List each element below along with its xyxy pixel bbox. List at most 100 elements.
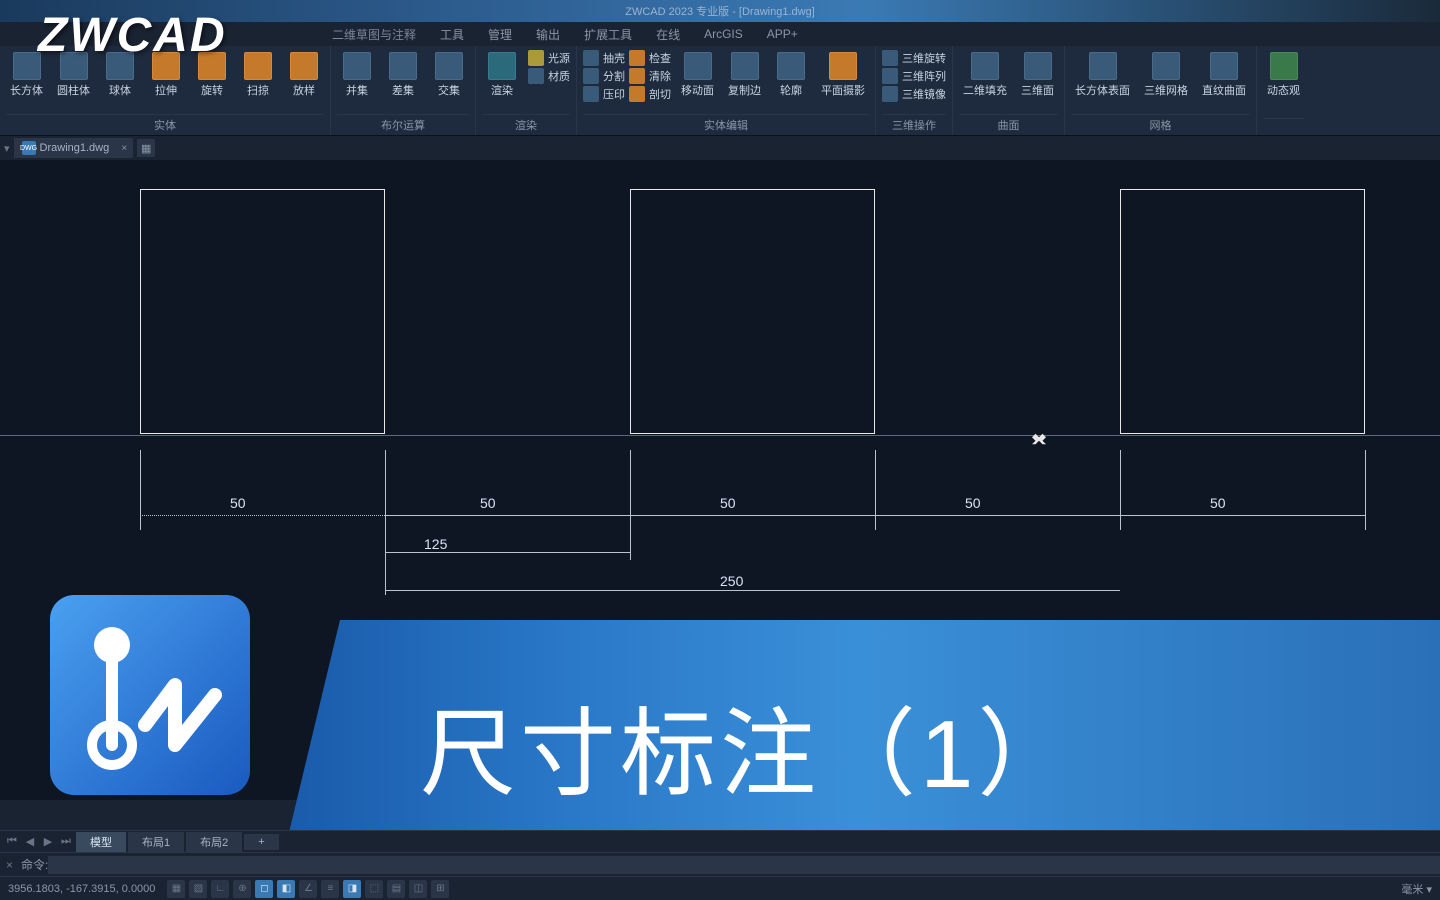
panel-title: 三维操作 xyxy=(882,114,946,133)
union-icon xyxy=(343,52,371,80)
menu-item[interactable]: 扩展工具 xyxy=(572,26,644,43)
orbit-icon xyxy=(1270,52,1298,80)
mesh3d-button[interactable]: 三维网格 xyxy=(1140,50,1192,100)
subtract-button[interactable]: 差集 xyxy=(383,50,423,100)
fill2d-button[interactable]: 二维填充 xyxy=(959,50,1011,100)
subtract-icon xyxy=(389,52,417,80)
moveface-button[interactable]: 移动面 xyxy=(677,50,718,100)
lwt-toggle[interactable]: ≡ xyxy=(321,880,339,898)
array3d-button[interactable]: 三维阵列 xyxy=(882,68,946,84)
doc-tab-drawing1[interactable]: DWG Drawing1.dwg × xyxy=(14,138,134,158)
orbit-button[interactable]: 动态观 xyxy=(1263,50,1304,100)
menu-item[interactable]: 输出 xyxy=(524,26,572,43)
new-tab-icon[interactable]: ▦ xyxy=(137,139,155,157)
material-button[interactable]: 材质 xyxy=(528,68,570,84)
first-tab-button[interactable]: ⏮ xyxy=(4,834,20,850)
iso-toggle[interactable]: ⬚ xyxy=(365,880,383,898)
union-button[interactable]: 并集 xyxy=(337,50,377,100)
ribbon-panel-boolean: 并集 差集 交集 布尔运算 xyxy=(331,46,476,135)
split-button[interactable]: 分割清除 xyxy=(583,68,671,84)
rulesurf-icon xyxy=(1210,52,1238,80)
menu-item[interactable]: APP+ xyxy=(755,27,810,41)
drawing-canvas[interactable]: 5050505050125250 xyxy=(0,160,1440,800)
dim-line xyxy=(630,515,875,516)
panel-title: 渲染 xyxy=(482,114,570,133)
menu-item[interactable]: ArcGIS xyxy=(692,27,755,41)
rotate3d-icon xyxy=(882,50,898,66)
shell-button[interactable]: 抽壳检查 xyxy=(583,50,671,66)
dim-text: 125 xyxy=(424,536,447,552)
sweep-button[interactable]: 扫掠 xyxy=(238,50,278,100)
boxsurface-icon xyxy=(1089,52,1117,80)
annomon-toggle[interactable]: ⊞ xyxy=(431,880,449,898)
dim-text: 50 xyxy=(230,495,246,511)
boxsurface-button[interactable]: 长方体表面 xyxy=(1071,50,1134,100)
face3d-button[interactable]: 三维面 xyxy=(1017,50,1058,100)
dim-ext xyxy=(140,450,141,530)
transp-toggle[interactable]: ▤ xyxy=(387,880,405,898)
silhouette-icon xyxy=(777,52,805,80)
imprint-icon xyxy=(583,86,599,102)
drawing-rect xyxy=(140,189,385,434)
command-label: 命令: xyxy=(21,856,48,873)
dim-line xyxy=(385,515,630,516)
last-tab-button[interactable]: ⏭ xyxy=(58,834,74,850)
polar-toggle[interactable]: ⊕ xyxy=(233,880,251,898)
light-button[interactable]: 光源 xyxy=(528,50,570,66)
layout-tab-layout2[interactable]: 布局2 xyxy=(186,832,242,852)
layout-tab-model[interactable]: 模型 xyxy=(76,832,126,852)
shell-icon xyxy=(583,50,599,66)
snap-toggle[interactable]: ▧ xyxy=(189,880,207,898)
layout-tab-layout1[interactable]: 布局1 xyxy=(128,832,184,852)
dim-ext xyxy=(630,450,631,530)
ortho-toggle[interactable]: ∟ xyxy=(211,880,229,898)
menu-item[interactable]: 管理 xyxy=(476,26,524,43)
box-icon xyxy=(13,52,41,80)
close-icon[interactable]: × xyxy=(6,858,13,872)
osnap-toggle[interactable]: ◻ xyxy=(255,880,273,898)
ribbon-panel-3dops: 三维旋转 三维阵列 三维镜像 三维操作 xyxy=(876,46,953,135)
layout-tab-add[interactable]: + xyxy=(244,834,278,850)
dim-ext xyxy=(630,520,631,560)
light-icon xyxy=(528,50,544,66)
dim-ext xyxy=(1365,450,1366,530)
rotate3d-button[interactable]: 三维旋转 xyxy=(882,50,946,66)
drawing-rect xyxy=(630,189,875,434)
split-icon xyxy=(583,68,599,84)
menu-item[interactable]: 工具 xyxy=(428,26,476,43)
flatshot-button[interactable]: 平面摄影 xyxy=(817,50,869,100)
selcycle-toggle[interactable]: ◫ xyxy=(409,880,427,898)
next-tab-button[interactable]: ▶ xyxy=(40,834,56,850)
clear-icon xyxy=(629,68,645,84)
close-icon[interactable]: × xyxy=(121,143,127,154)
prev-tab-button[interactable]: ◀ xyxy=(22,834,38,850)
dropdown-icon[interactable]: ▾ xyxy=(4,142,10,155)
menu-item[interactable]: 在线 xyxy=(644,26,692,43)
mirror3d-button[interactable]: 三维镜像 xyxy=(882,86,946,102)
panel-title: 曲面 xyxy=(959,114,1058,133)
face3d-icon xyxy=(1024,52,1052,80)
window-title: ZWCAD 2023 专业版 - [Drawing1.dwg] xyxy=(625,3,815,19)
copyedge-button[interactable]: 复制边 xyxy=(724,50,765,100)
dim-ext xyxy=(385,555,386,595)
panel-title: 网格 xyxy=(1071,114,1250,133)
otrack-toggle[interactable]: ◧ xyxy=(277,880,295,898)
array3d-icon xyxy=(882,68,898,84)
dyn-toggle[interactable]: ∠ xyxy=(299,880,317,898)
command-input[interactable] xyxy=(48,856,1440,874)
intersect-button[interactable]: 交集 xyxy=(429,50,469,100)
loft-button[interactable]: 放样 xyxy=(284,50,324,100)
imprint-button[interactable]: 压印剖切 xyxy=(583,86,671,102)
copyedge-icon xyxy=(731,52,759,80)
ribbon-panel-mesh: 长方体表面 三维网格 直纹曲面 网格 xyxy=(1065,46,1257,135)
dim-line xyxy=(385,590,1120,591)
doc-tabs: ▾ DWG Drawing1.dwg × ▦ xyxy=(0,136,1440,160)
cycle-toggle[interactable]: ◨ xyxy=(343,880,361,898)
grid-toggle[interactable]: ▦ xyxy=(167,880,185,898)
silhouette-button[interactable]: 轮廓 xyxy=(771,50,811,100)
dim-line xyxy=(140,515,385,516)
cursor-coords: 3956.1803, -167.3915, 0.0000 xyxy=(8,883,155,895)
rulesurf-button[interactable]: 直纹曲面 xyxy=(1198,50,1250,100)
menu-workspace[interactable]: 二维草图与注释 xyxy=(320,26,428,43)
render-button[interactable]: 渲染 xyxy=(482,50,522,100)
